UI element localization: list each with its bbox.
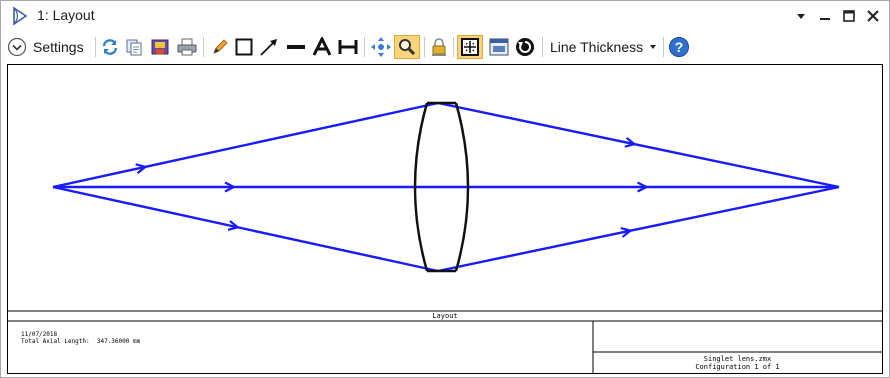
pan-arrows-icon (371, 37, 391, 57)
minimize-button[interactable] (815, 5, 835, 27)
close-button[interactable] (863, 5, 883, 27)
pencil-tool-button[interactable] (209, 35, 231, 59)
line-thickness-dropdown[interactable]: Line Thickness (547, 35, 659, 59)
app-icon (13, 6, 28, 26)
layout-window: 1: Layout Settings Line Thickness ? Layo… (0, 0, 890, 378)
layout-plot-canvas[interactable]: Layout 11/07/2018 Total Axial Length: 34… (7, 64, 883, 374)
dropdown-icon[interactable] (791, 5, 811, 27)
separator (95, 37, 96, 57)
printer-icon (177, 38, 197, 56)
settings-button[interactable]: Settings (7, 35, 95, 59)
title-bar: 1: Layout (1, 1, 889, 31)
zoom-button[interactable] (394, 35, 420, 59)
text-tool-button[interactable] (311, 35, 333, 59)
separator (203, 37, 204, 57)
help-button[interactable]: ? (667, 35, 691, 59)
layout-drawing (8, 101, 882, 373)
rectangle-tool-button[interactable] (233, 35, 255, 59)
arrow-icon (260, 39, 277, 56)
window-layout-icon (489, 38, 509, 56)
rotate-button[interactable] (513, 35, 537, 59)
pencil-icon (213, 39, 228, 54)
svg-text:?: ? (675, 39, 684, 55)
refresh-icon (102, 39, 118, 55)
help-icon: ? (669, 37, 689, 57)
ray-bottom (52, 185, 840, 273)
lock-icon (432, 38, 446, 56)
toolbar: Settings Line Thickness ? (1, 32, 889, 62)
ray-bundle (52, 101, 840, 273)
configuration-text: Configuration 1 of 1 (695, 363, 780, 371)
separator (453, 37, 454, 57)
ray-chief (53, 181, 839, 193)
separator (364, 37, 365, 57)
settings-label: Settings (33, 39, 84, 55)
rectangle-icon (235, 38, 253, 56)
separator (542, 37, 543, 57)
window-title: 1: Layout (37, 7, 95, 23)
print-button[interactable] (175, 35, 199, 59)
text-icon (312, 37, 332, 56)
fit-window-icon (461, 38, 479, 56)
line-thickness-label: Line Thickness (550, 39, 644, 55)
line-tool-button[interactable] (284, 35, 308, 59)
ray-bottom-object-segment (52, 185, 439, 273)
lock-button[interactable] (428, 35, 450, 59)
caret-down-icon (650, 45, 657, 49)
ray-top (52, 101, 840, 189)
ray-top-object-segment (52, 101, 439, 189)
separator (663, 37, 664, 57)
dimension-tool-button[interactable] (336, 35, 360, 59)
save-button[interactable] (149, 35, 171, 59)
dimension-icon (338, 40, 358, 54)
copy-button[interactable] (123, 35, 145, 59)
magnifier-icon (399, 39, 416, 56)
refresh-button[interactable] (99, 35, 121, 59)
window-options-button[interactable] (487, 35, 511, 59)
ray-bottom-image-segment (437, 185, 840, 273)
file-name-text: Singlet lens.zmx (703, 355, 772, 363)
rotate-icon (516, 38, 534, 56)
axial-length-text: Total Axial Length: 347.36000 mm (21, 338, 141, 345)
separator (424, 37, 425, 57)
pan-button[interactable] (369, 35, 393, 59)
ray-top-image-segment (437, 101, 840, 189)
save-image-icon (151, 39, 169, 55)
line-icon (287, 45, 305, 49)
maximize-button[interactable] (839, 5, 859, 27)
fit-view-button[interactable] (457, 35, 483, 59)
copy-icon (126, 39, 142, 56)
chevron-circle-icon (7, 37, 27, 57)
date-text: 11/07/2018 (21, 331, 58, 338)
arrow-tool-button[interactable] (258, 35, 280, 59)
section-label: Layout (432, 312, 458, 320)
